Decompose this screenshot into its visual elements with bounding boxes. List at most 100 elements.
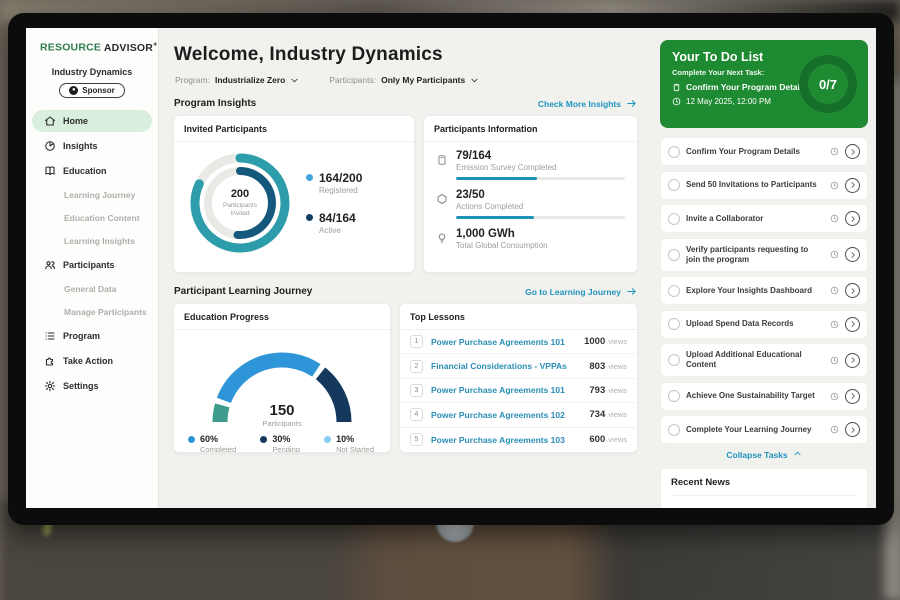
todo-progress-ring: 0/7 bbox=[799, 55, 857, 113]
task-complete-your-learning-journey[interactable]: Complete Your Learning Journey bbox=[660, 415, 868, 444]
task-open-button[interactable] bbox=[845, 317, 860, 332]
task-checkbox[interactable] bbox=[668, 390, 680, 402]
sidebar-item-take-action[interactable]: Take Action bbox=[32, 350, 152, 372]
task-invite-a-collaborator[interactable]: Invite a Collaborator bbox=[660, 204, 868, 233]
task-checkbox[interactable] bbox=[668, 146, 680, 158]
program-filter-dropdown[interactable]: Program: Industrialize Zero bbox=[175, 75, 299, 85]
lesson-link[interactable]: Financial Considerations - VPPAs bbox=[431, 361, 589, 371]
sidebar-item-education-content[interactable]: Education Content bbox=[32, 208, 152, 228]
clock-icon bbox=[830, 356, 839, 365]
donut-center-label: Participants Invited bbox=[213, 202, 267, 219]
task-checkbox[interactable] bbox=[668, 213, 680, 225]
task-checkbox[interactable] bbox=[668, 179, 680, 191]
task-send-50-invitations-to-participants[interactable]: Send 50 Invitations to Participants bbox=[660, 171, 868, 200]
main-content: Welcome, Industry Dynamics Program: Indu… bbox=[159, 28, 652, 508]
legend-dot bbox=[306, 214, 313, 221]
program-icon bbox=[44, 330, 56, 342]
sidebar-item-manage-participants[interactable]: Manage Participants bbox=[32, 302, 152, 322]
lesson-link[interactable]: Power Purchase Agreements 102 bbox=[431, 410, 589, 420]
gauge-legend-item: 60% Completed bbox=[188, 434, 236, 453]
task-open-button[interactable] bbox=[845, 247, 860, 262]
participants-information-card: Participants Information 79/164 Emission… bbox=[423, 115, 638, 273]
education-icon bbox=[44, 165, 56, 177]
sidebar-item-settings[interactable]: Settings bbox=[32, 375, 152, 397]
task-open-button[interactable] bbox=[845, 422, 860, 437]
task-open-button[interactable] bbox=[845, 178, 860, 193]
lesson-row: 3 Power Purchase Agreements 101 793 view… bbox=[400, 379, 637, 403]
education-progress-title: Education Progress bbox=[174, 304, 390, 330]
clipboard-icon bbox=[672, 83, 681, 92]
program-insights-title: Program Insights bbox=[174, 98, 256, 109]
go-to-learning-journey-link[interactable]: Go to Learning Journey bbox=[525, 286, 637, 297]
lesson-link[interactable]: Power Purchase Agreements 101 bbox=[431, 337, 584, 347]
metric-progress-bar bbox=[456, 216, 625, 219]
clock-icon bbox=[830, 320, 839, 329]
app-logo: RESOURCE ADVISOR+ bbox=[26, 28, 158, 54]
task-confirm-your-program-details[interactable]: Confirm Your Program Details bbox=[660, 137, 868, 166]
metric-progress-bar bbox=[456, 177, 625, 180]
lesson-rank-badge: 4 bbox=[410, 408, 423, 421]
task-checkbox[interactable] bbox=[668, 285, 680, 297]
bulb-icon bbox=[436, 231, 448, 243]
collapse-tasks-link[interactable]: Collapse Tasks bbox=[660, 449, 868, 460]
todo-hero-card: Your To Do List Complete Your Next Task:… bbox=[660, 40, 868, 128]
page-title: Welcome, Industry Dynamics bbox=[174, 44, 638, 66]
sidebar-item-program[interactable]: Program bbox=[32, 325, 152, 347]
workspace-name: Industry Dynamics bbox=[26, 67, 158, 77]
sponsor-badge-icon: ● bbox=[69, 86, 78, 95]
sidebar-item-education[interactable]: Education bbox=[32, 160, 152, 182]
check-more-insights-link[interactable]: Check More Insights bbox=[538, 98, 637, 109]
sidebar-item-general-data[interactable]: General Data bbox=[32, 279, 152, 299]
task-open-button[interactable] bbox=[845, 211, 860, 226]
task-checkbox[interactable] bbox=[668, 424, 680, 436]
metric-row: 1,000 GWh Total Global Consumption bbox=[436, 228, 625, 250]
clock-icon bbox=[830, 181, 839, 190]
task-open-button[interactable] bbox=[845, 353, 860, 368]
legend-dot bbox=[188, 436, 195, 443]
clock-icon bbox=[672, 97, 681, 106]
metric-row: 23/50 Actions Completed bbox=[436, 189, 625, 219]
task-verify-participants-requesting-to-join-the-program[interactable]: Verify participants requesting to join t… bbox=[660, 238, 868, 272]
clock-icon bbox=[830, 392, 839, 401]
task-achieve-one-sustainability-target[interactable]: Achieve One Sustainability Target bbox=[660, 382, 868, 411]
clock-icon bbox=[830, 214, 839, 223]
sidebar-item-learning-journey[interactable]: Learning Journey bbox=[32, 185, 152, 205]
donut-center-value: 200 bbox=[231, 188, 249, 200]
task-explore-your-insights-dashboard[interactable]: Explore Your Insights Dashboard bbox=[660, 276, 868, 305]
task-checkbox[interactable] bbox=[668, 249, 680, 261]
dashboard-screen: RESOURCE ADVISOR+ Industry Dynamics ● Sp… bbox=[26, 28, 876, 508]
task-open-button[interactable] bbox=[845, 389, 860, 404]
arrow-right-icon bbox=[626, 98, 637, 109]
task-open-button[interactable] bbox=[845, 283, 860, 298]
lesson-link[interactable]: Power Purchase Agreements 103 bbox=[431, 435, 589, 445]
participants-icon bbox=[44, 259, 56, 271]
legend-dot bbox=[306, 174, 313, 181]
sidebar-item-home[interactable]: Home bbox=[32, 110, 152, 132]
learning-journey-title: Participant Learning Journey bbox=[174, 286, 312, 297]
education-progress-card: Education Progress 150 Participants bbox=[173, 303, 391, 453]
gauge-legend: 60% Completed 30% Pending bbox=[174, 428, 390, 453]
recent-news-card: Recent News bbox=[660, 468, 868, 508]
insights-icon bbox=[44, 140, 56, 152]
legend-dot bbox=[324, 436, 331, 443]
sidebar-item-participants[interactable]: Participants bbox=[32, 254, 152, 276]
sponsor-badge[interactable]: ● Sponsor bbox=[59, 83, 124, 98]
insights-cards-row: Invited Participants 200 Participants In… bbox=[173, 115, 638, 273]
sidebar-item-insights[interactable]: Insights bbox=[32, 135, 152, 157]
task-list: Confirm Your Program Details Send 50 Inv… bbox=[660, 137, 868, 444]
top-lessons-card: Top Lessons 1 Power Purchase Agreements … bbox=[399, 303, 638, 453]
task-checkbox[interactable] bbox=[668, 354, 680, 366]
clock-icon bbox=[830, 147, 839, 156]
task-upload-spend-data-records[interactable]: Upload Spend Data Records bbox=[660, 310, 868, 339]
participants-filter-dropdown[interactable]: Participants: Only My Participants bbox=[329, 75, 479, 85]
chevron-down-icon bbox=[290, 76, 299, 85]
actions-icon bbox=[436, 192, 448, 204]
todo-panel: Your To Do List Complete Your Next Task:… bbox=[652, 28, 876, 508]
task-checkbox[interactable] bbox=[668, 318, 680, 330]
task-open-button[interactable] bbox=[845, 144, 860, 159]
lesson-link[interactable]: Power Purchase Agreements 101 bbox=[431, 385, 589, 395]
lesson-rank-badge: 1 bbox=[410, 335, 423, 348]
task-upload-additional-educational-content[interactable]: Upload Additional Educational Content bbox=[660, 343, 868, 377]
sidebar-item-learning-insights[interactable]: Learning Insights bbox=[32, 231, 152, 251]
legend-dot bbox=[260, 436, 267, 443]
